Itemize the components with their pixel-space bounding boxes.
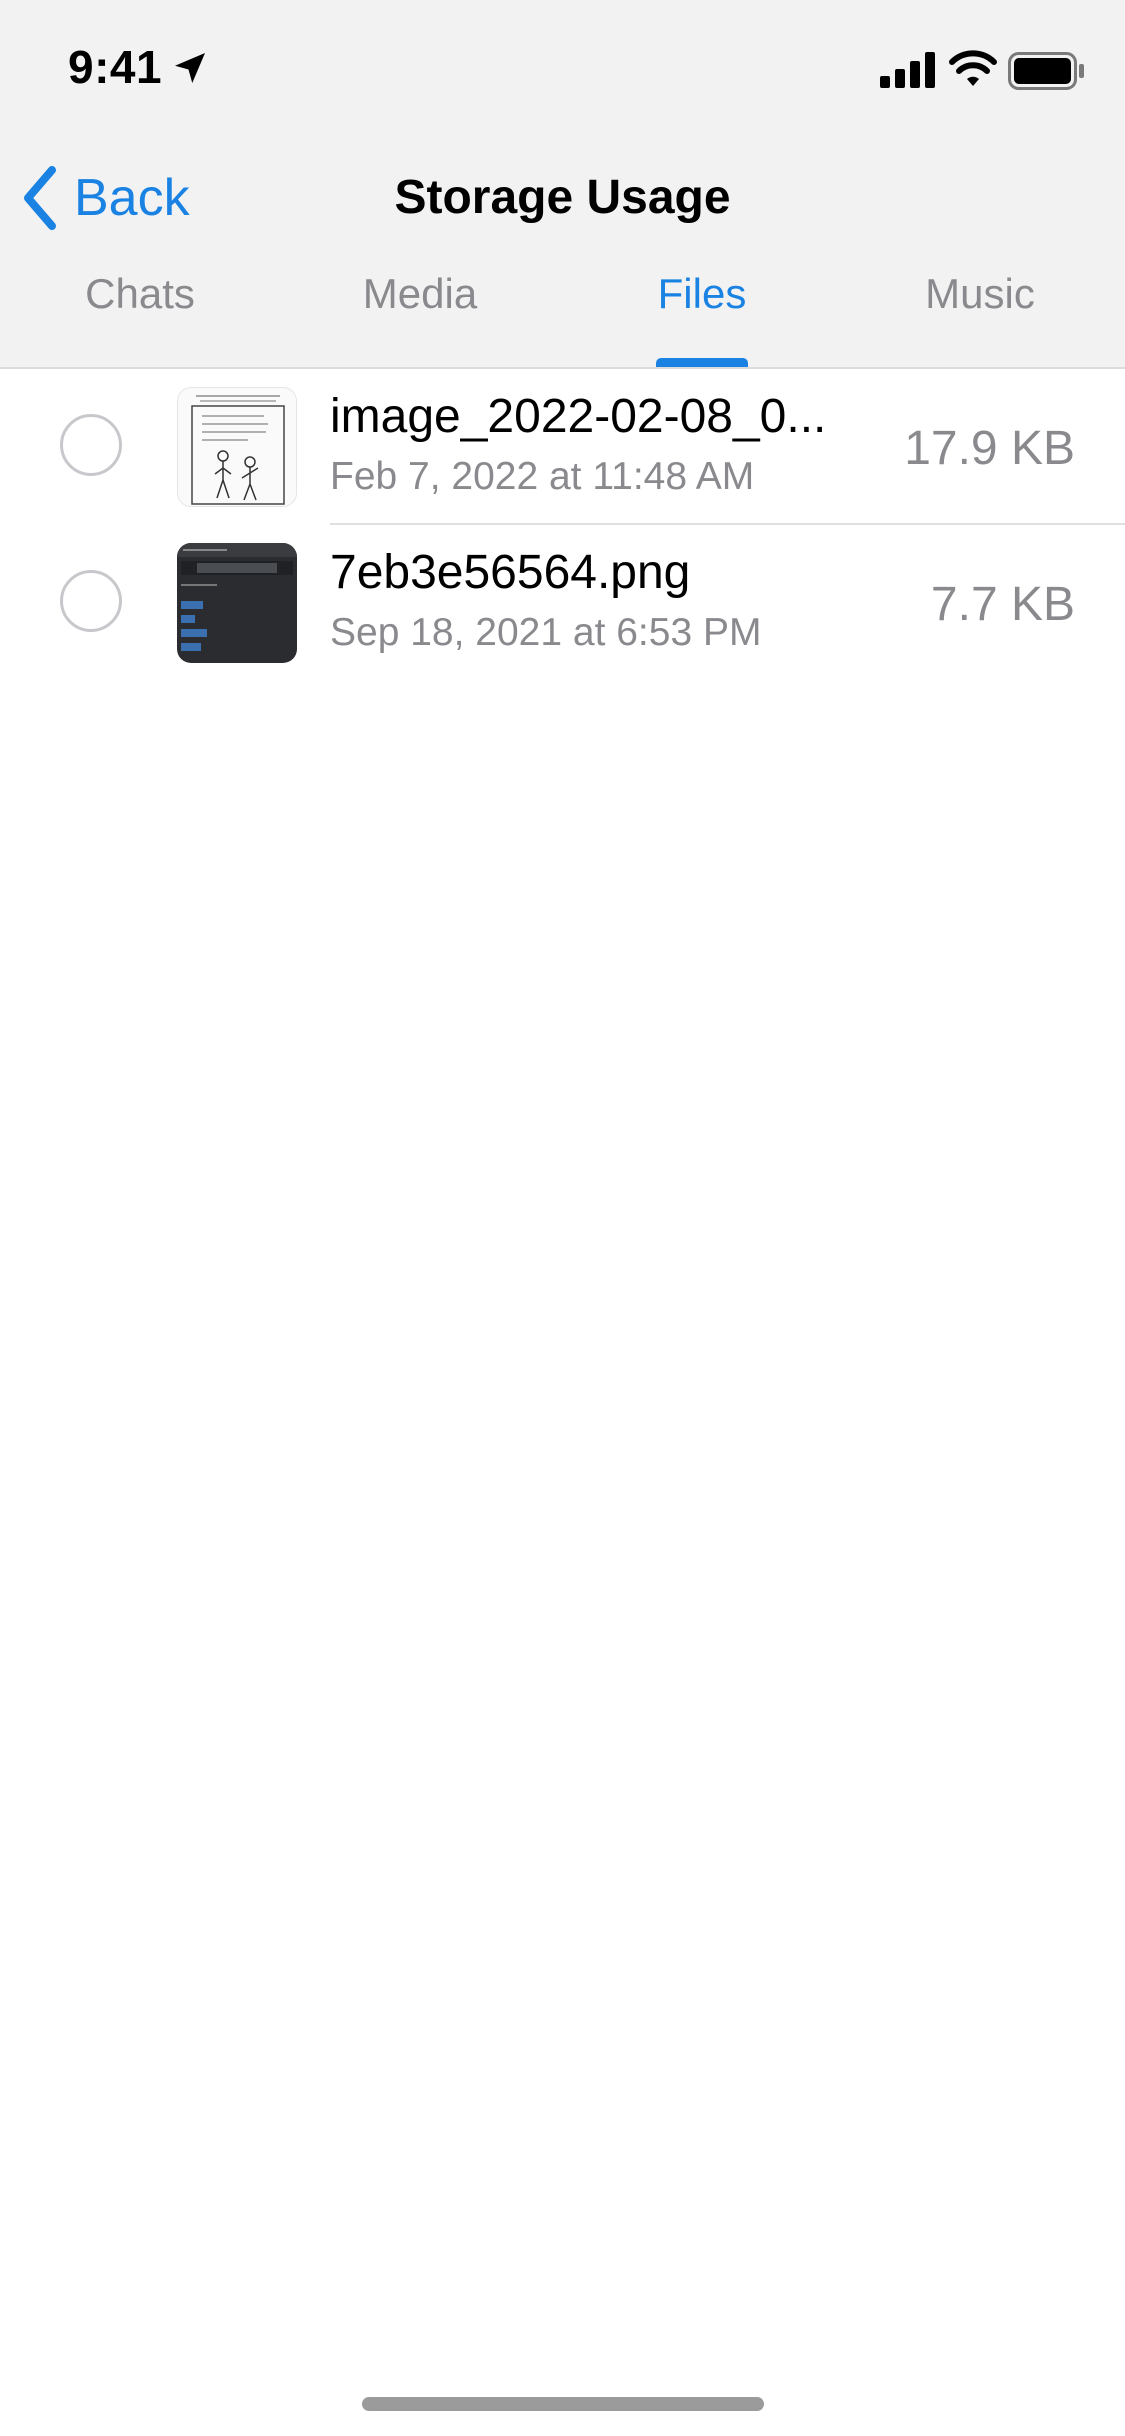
file-list: image_2022-02-08_0... Feb 7, 2022 at 11:… bbox=[0, 369, 1125, 681]
active-tab-indicator bbox=[656, 358, 748, 367]
top-bar: 9:41 Back Storage Usage Chats Media File… bbox=[0, 0, 1125, 369]
list-item[interactable]: 7eb3e56564.png Sep 18, 2021 at 6:53 PM 7… bbox=[0, 525, 1125, 681]
file-size: 17.9 KB bbox=[904, 422, 1075, 475]
battery-icon bbox=[1008, 52, 1086, 95]
tab-chats[interactable]: Chats bbox=[0, 270, 280, 318]
tab-media[interactable]: Media bbox=[280, 270, 560, 318]
location-arrow-icon bbox=[172, 50, 208, 91]
page-title: Storage Usage bbox=[394, 171, 731, 224]
file-name: 7eb3e56564.png bbox=[330, 546, 691, 599]
home-indicator[interactable] bbox=[362, 2397, 764, 2411]
file-thumbnail bbox=[177, 387, 297, 507]
list-item[interactable]: image_2022-02-08_0... Feb 7, 2022 at 11:… bbox=[0, 369, 1125, 525]
select-radio-button[interactable] bbox=[60, 414, 122, 476]
wifi-icon bbox=[948, 48, 998, 93]
file-size: 7.7 KB bbox=[930, 578, 1075, 631]
file-name: image_2022-02-08_0... bbox=[330, 390, 827, 443]
select-radio-button[interactable] bbox=[60, 570, 122, 632]
tab-music[interactable]: Music bbox=[840, 270, 1120, 318]
file-thumbnail bbox=[177, 543, 297, 663]
file-date: Feb 7, 2022 at 11:48 AM bbox=[330, 455, 755, 498]
cellular-signal-icon bbox=[880, 52, 936, 93]
file-date: Sep 18, 2021 at 6:53 PM bbox=[330, 611, 762, 654]
status-time: 9:41 bbox=[68, 41, 163, 93]
tab-files[interactable]: Files bbox=[562, 270, 842, 318]
tab-bar: Chats Media Files Music bbox=[0, 262, 1125, 367]
